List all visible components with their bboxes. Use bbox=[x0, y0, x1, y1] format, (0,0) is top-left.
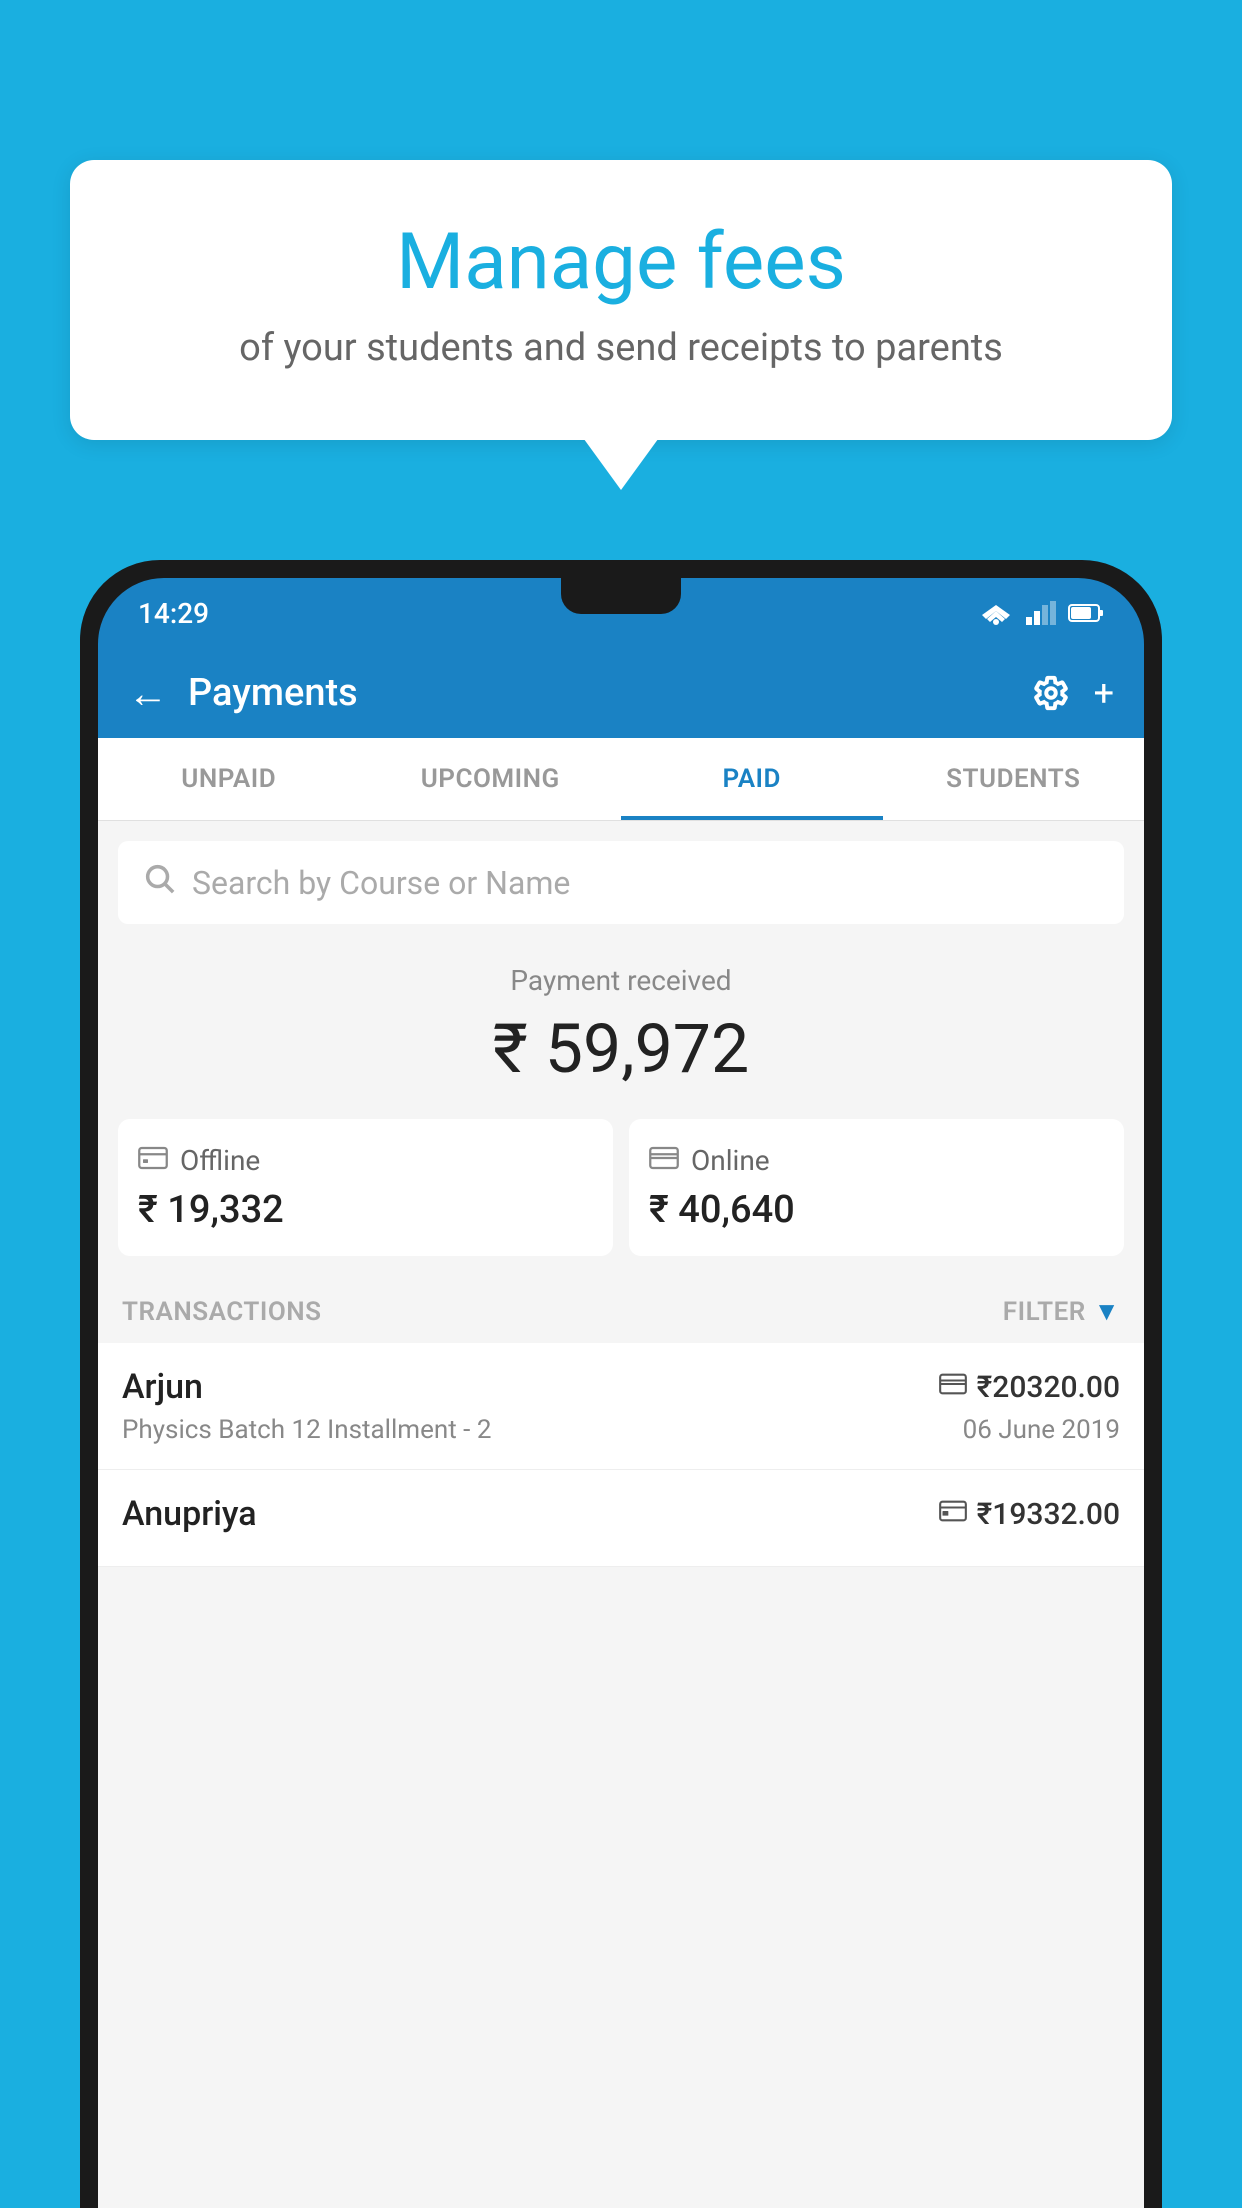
online-card-header: Online bbox=[649, 1143, 1104, 1178]
speech-bubble: Manage fees of your students and send re… bbox=[70, 160, 1172, 440]
search-icon bbox=[142, 861, 176, 904]
tab-students[interactable]: STUDENTS bbox=[883, 738, 1145, 820]
payment-cards: Offline ₹ 19,332 bbox=[98, 1119, 1144, 1276]
speech-bubble-title: Manage fees bbox=[150, 220, 1092, 306]
transaction-amount-container: ₹19332.00 bbox=[939, 1497, 1120, 1532]
tab-upcoming[interactable]: UPCOMING bbox=[360, 738, 622, 820]
table-row[interactable]: Arjun ₹20320.00 bbox=[98, 1343, 1144, 1470]
offline-payment-card: Offline ₹ 19,332 bbox=[118, 1119, 613, 1256]
offline-icon bbox=[138, 1143, 168, 1178]
app-bar: ← Payments + bbox=[98, 648, 1144, 738]
transaction-row-top: Anupriya ₹19332.00 bbox=[122, 1494, 1120, 1534]
phone-inner: 14:29 bbox=[98, 578, 1144, 2208]
online-label: Online bbox=[691, 1144, 770, 1177]
filter-button[interactable]: FILTER ▼ bbox=[1003, 1296, 1120, 1327]
tabs-bar: UNPAID UPCOMING PAID STUDENTS bbox=[98, 738, 1144, 821]
speech-bubble-container: Manage fees of your students and send re… bbox=[70, 160, 1172, 440]
transaction-name: Arjun bbox=[122, 1367, 203, 1407]
phone-notch bbox=[561, 578, 681, 614]
back-button[interactable]: ← bbox=[128, 670, 168, 717]
payment-summary: Payment received ₹ 59,972 bbox=[98, 924, 1144, 1119]
app-bar-title: Payments bbox=[188, 671, 1032, 715]
offline-payment-icon bbox=[939, 1499, 967, 1529]
phone-screen: ← Payments + UNPAID UPCOMING PAID STUDEN… bbox=[98, 648, 1144, 2208]
transactions-label: TRANSACTIONS bbox=[122, 1297, 322, 1327]
tab-paid[interactable]: PAID bbox=[621, 738, 883, 820]
signal-icon bbox=[1026, 601, 1056, 625]
wifi-icon bbox=[978, 601, 1014, 625]
transaction-amount: ₹19332.00 bbox=[977, 1497, 1120, 1532]
tab-unpaid[interactable]: UNPAID bbox=[98, 738, 360, 820]
speech-bubble-subtitle: of your students and send receipts to pa… bbox=[150, 326, 1092, 370]
online-icon bbox=[649, 1143, 679, 1178]
search-bar[interactable]: Search by Course or Name bbox=[118, 841, 1124, 924]
phone-frame: 14:29 bbox=[80, 560, 1162, 2208]
app-content: Search by Course or Name Payment receive… bbox=[98, 821, 1144, 2208]
card-payment-icon bbox=[939, 1372, 967, 1402]
transaction-course: Physics Batch 12 Installment - 2 bbox=[122, 1415, 491, 1445]
search-placeholder: Search by Course or Name bbox=[192, 864, 570, 902]
status-time: 14:29 bbox=[138, 597, 209, 630]
offline-amount: ₹ 19,332 bbox=[138, 1188, 593, 1232]
transaction-name: Anupriya bbox=[122, 1494, 257, 1534]
transaction-row-bottom: Physics Batch 12 Installment - 2 06 June… bbox=[122, 1415, 1120, 1445]
transaction-row-top: Arjun ₹20320.00 bbox=[122, 1367, 1120, 1407]
online-payment-card: Online ₹ 40,640 bbox=[629, 1119, 1124, 1256]
filter-icon: ▼ bbox=[1094, 1296, 1120, 1327]
transactions-header: TRANSACTIONS FILTER ▼ bbox=[98, 1276, 1144, 1343]
transaction-date: 06 June 2019 bbox=[963, 1415, 1120, 1445]
battery-icon bbox=[1068, 604, 1104, 622]
payment-received-label: Payment received bbox=[118, 964, 1124, 997]
transaction-amount: ₹20320.00 bbox=[977, 1370, 1120, 1405]
payment-amount: ₹ 59,972 bbox=[118, 1009, 1124, 1089]
offline-card-header: Offline bbox=[138, 1143, 593, 1178]
filter-text: FILTER bbox=[1003, 1297, 1086, 1327]
add-button[interactable]: + bbox=[1094, 672, 1114, 714]
settings-icon[interactable] bbox=[1032, 674, 1070, 712]
table-row[interactable]: Anupriya ₹19332.00 bbox=[98, 1470, 1144, 1567]
app-bar-icons: + bbox=[1032, 672, 1114, 714]
status-icons bbox=[978, 601, 1104, 625]
offline-label: Offline bbox=[180, 1144, 260, 1177]
transaction-amount-container: ₹20320.00 bbox=[939, 1370, 1120, 1405]
online-amount: ₹ 40,640 bbox=[649, 1188, 1104, 1232]
